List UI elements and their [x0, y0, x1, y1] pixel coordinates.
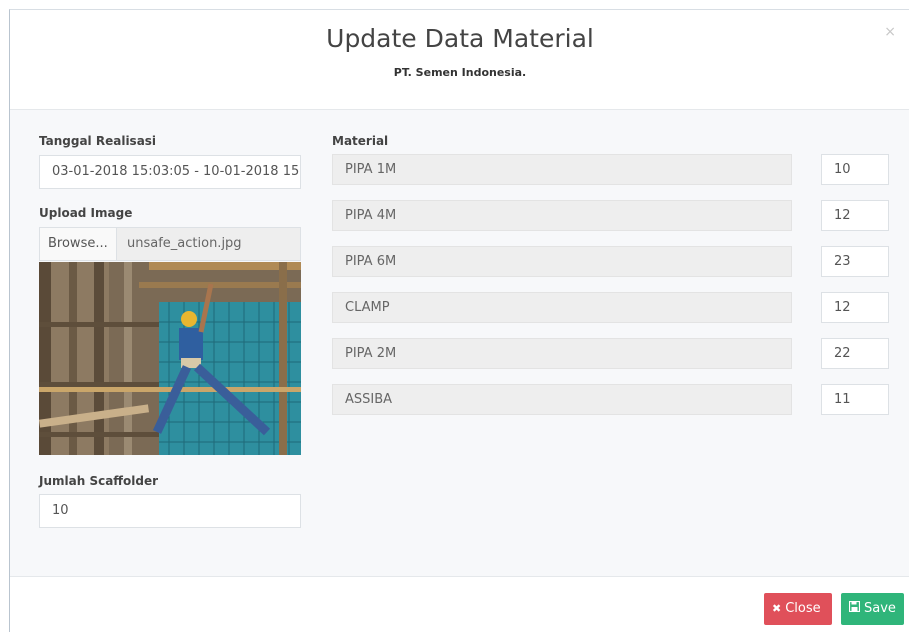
save-button[interactable]: Save [841, 593, 904, 625]
material-name-field: PIPA 1M [332, 154, 792, 185]
material-qty-input[interactable]: 12 [821, 200, 889, 231]
modal-header: Update Data Material PT. Semen Indonesia… [10, 10, 909, 110]
save-button-label: Save [864, 601, 896, 616]
material-name-field: ASSIBA [332, 384, 792, 415]
material-name-field: PIPA 4M [332, 200, 792, 231]
material-name-field: PIPA 6M [332, 246, 792, 277]
file-name-display: unsafe_action.jpg [127, 236, 242, 251]
modal-subtitle: PT. Semen Indonesia. [393, 66, 527, 79]
jumlah-scaffolder-input[interactable]: 10 [39, 494, 301, 528]
close-button-label: Close [785, 601, 821, 616]
material-qty-input[interactable]: 11 [821, 384, 889, 415]
material-name-field: CLAMP [332, 292, 792, 323]
close-button[interactable]: ✖ Close [764, 593, 832, 625]
material-qty-input[interactable]: 22 [821, 338, 889, 369]
close-icon[interactable]: × [884, 24, 896, 40]
material-qty-input[interactable]: 12 [821, 292, 889, 323]
modal-footer: ✖ Close Save [10, 576, 909, 633]
modal-title: Update Data Material [326, 24, 594, 53]
material-qty-input[interactable]: 23 [821, 246, 889, 277]
tanggal-realisasi-label: Tanggal Realisasi [39, 134, 157, 148]
tanggal-realisasi-input[interactable]: 03-01-2018 15:03:05 - 10-01-2018 15 [39, 155, 301, 189]
material-qty-input[interactable]: 10 [821, 154, 889, 185]
jumlah-scaffolder-label: Jumlah Scaffolder [39, 474, 159, 488]
uploaded-image-preview [39, 262, 301, 455]
file-upload-field[interactable]: Browse... unsafe_action.jpg [39, 227, 301, 261]
material-label: Material [332, 134, 389, 148]
close-icon: ✖ [772, 602, 782, 615]
update-material-modal: Update Data Material PT. Semen Indonesia… [9, 9, 909, 633]
material-name-field: PIPA 2M [332, 338, 792, 369]
browse-button[interactable]: Browse... [40, 228, 117, 260]
upload-image-label: Upload Image [39, 206, 133, 220]
floppy-disk-icon [848, 593, 861, 625]
